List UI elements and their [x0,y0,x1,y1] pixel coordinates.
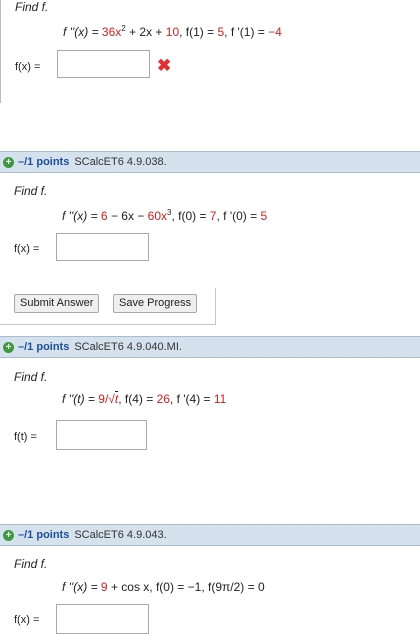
find-instruction: Find f. [14,557,48,571]
question-header-2[interactable]: + –/1 points SCalcET6 4.9.038. [0,151,420,173]
find-instruction: Find f. [14,184,48,198]
problem-code: SCalcET6 4.9.043. [74,529,167,541]
answer-label: f(t) = [14,431,37,443]
incorrect-x-icon: ✖ [157,56,172,75]
answer-input[interactable] [56,420,147,450]
problem-code: SCalcET6 4.9.040.MI. [74,341,182,353]
given-equation: f ''(x) = 6 − 6x − 60x3, f(0) = 7, f '(0… [62,208,268,223]
find-instruction: Find f. [14,370,48,384]
answer-label: f(x) = [15,61,41,73]
given-equation: f ''(x) = 9 + cos x, f(0) = −1, f(9π/2) … [62,580,265,594]
answer-label: f(x) = [14,614,40,626]
answer-input[interactable] [56,604,149,634]
plus-circle-icon[interactable]: + [3,529,14,541]
plus-circle-icon[interactable]: + [3,341,14,353]
submit-answer-button[interactable]: Submit Answer [14,294,100,313]
save-progress-button[interactable]: Save Progress [113,294,198,313]
question-card-1: Find f. f ''(x) = 36x2 + 2x + 10, f(1) =… [0,0,420,103]
find-instruction: Find f. [15,0,49,14]
given-equation: f ''(t) = 9/√t, f(4) = 26, f '(4) = 11 [62,391,227,406]
answer-input[interactable] [56,233,149,261]
question-header-4[interactable]: + –/1 points SCalcET6 4.9.043. [0,524,420,546]
answer-label: f(x) = [14,243,40,255]
plus-circle-icon[interactable]: + [3,156,14,168]
answer-input[interactable] [57,50,150,78]
points-badge: –/1 points [18,341,70,353]
points-badge: –/1 points [18,156,70,168]
points-badge: –/1 points [18,529,70,541]
question-header-3[interactable]: + –/1 points SCalcET6 4.9.040.MI. [0,336,420,358]
problem-code: SCalcET6 4.9.038. [74,156,167,168]
given-equation: f ''(x) = 36x2 + 2x + 10, f(1) = 5, f '(… [63,24,282,39]
